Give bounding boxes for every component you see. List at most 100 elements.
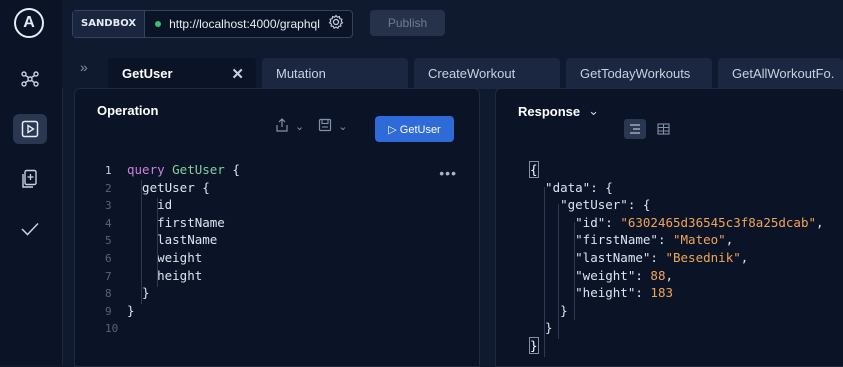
indent-guide [141,180,142,304]
line-number: 6 [105,251,112,265]
tab-label: Mutation [276,66,326,81]
keyword-token: query [127,162,173,177]
brace-token: { [224,162,240,177]
operation-panel: Operation ⌄ ⌄ ▷ GetUser ••• 1 query GetUs… [74,88,480,367]
tab-createworkout[interactable]: CreateWorkout [414,58,560,89]
close-tab-icon[interactable]: ✕ [231,65,244,83]
operation-toolbar: ⌄ ⌄ [275,117,347,136]
connection-status-dot [155,21,162,27]
line-number: 3 [105,199,112,213]
json-punctuation: , [725,232,734,248]
json-key: "data" [530,179,591,195]
json-string-value: "6302465d36545c3f8a25dcab" [620,214,816,230]
line-number: 7 [105,269,112,283]
tab-label: GetAllWorkoutFo. [732,66,835,81]
run-getuser-button[interactable]: ▷ GetUser [375,116,454,142]
json-key: "firstName" [530,232,658,248]
save-icon[interactable] [318,118,332,135]
chevron-down-icon[interactable]: ⌄ [295,120,304,133]
apollo-logo[interactable]: A [14,8,44,38]
code-line: 3 id [105,196,240,214]
json-string-value: "Mateo" [673,232,726,248]
line-number: 4 [105,216,112,230]
tab-mutation[interactable]: Mutation [262,58,408,89]
json-punctuation: : [635,267,651,283]
tab-getuser[interactable]: GetUser ✕ [108,58,256,89]
json-line: "data": { [530,179,824,197]
code-line: 8 } [105,284,240,302]
code-line: 4 firstName [105,214,240,232]
publish-button[interactable]: Publish [370,10,445,36]
expand-sidebar-chevron-icon[interactable]: » [80,59,88,75]
json-line: } [530,319,824,337]
operation-editor[interactable]: 1 query GetUser {2 getUser {3 id 4 firstNa… [105,161,240,337]
table-view-icon[interactable] [652,119,674,139]
settings-gear-icon[interactable] [328,14,344,35]
field-token: getUser [127,179,195,195]
tab-gettodayworkouts[interactable]: GetTodayWorkouts [566,58,712,89]
json-punctuation: : [650,249,666,265]
tab-label: GetTodayWorkouts [580,66,691,81]
json-number-value: 183 [650,285,673,301]
json-punctuation: , [816,214,824,230]
code-line: 6 weight [105,249,240,267]
operation-title: Operation [97,103,159,118]
indent-guide [574,222,575,320]
response-title: Response [518,103,581,119]
json-line: "getUser": { [530,196,824,214]
json-key: "weight" [530,267,636,283]
more-options-icon[interactable]: ••• [439,165,457,181]
json-key: "lastName" [530,249,651,265]
endpoint-url[interactable]: http://localhost:4000/graphql [169,17,320,31]
field-token: weight [127,249,203,265]
explorer-play-icon[interactable] [13,114,47,144]
json-punctuation: : [635,285,651,301]
schema-graph-icon[interactable] [13,64,47,94]
line-number: 8 [105,287,112,301]
top-bar: SANDBOX http://localhost:4000/graphql Pu… [62,0,843,47]
json-key: "height" [530,285,636,301]
json-punctuation: : [657,232,673,248]
field-token: } [127,285,150,301]
chevron-down-icon[interactable]: ⌄ [338,120,347,133]
json-view-icon[interactable] [624,119,646,139]
sandbox-badge: SANDBOX [73,11,146,37]
json-punctuation: : { [590,179,613,195]
indent-guide [157,198,158,287]
operation-tabs: » GetUser ✕ Mutation CreateWorkout GetTo… [62,46,843,89]
json-punctuation: } [530,320,553,336]
code-line: 10 [105,319,240,337]
endpoint-bar[interactable]: SANDBOX http://localhost:4000/graphql [72,10,353,38]
json-punctuation: : [605,214,621,230]
json-punctuation: : { [627,197,651,213]
code-line: 9} [105,302,240,320]
checkmark-icon[interactable] [13,214,47,244]
json-punctuation: } [530,302,568,318]
share-icon[interactable] [275,117,289,136]
tab-label: GetUser [122,66,173,81]
docs-icon[interactable] [13,164,47,194]
json-key: "id" [530,214,606,230]
json-punctuation: } [529,336,539,354]
code-line: 2 getUser { [105,179,240,197]
json-string-value: "Besednik" [665,249,741,265]
tab-getallworkoutfo[interactable]: GetAllWorkoutFo. [718,58,843,89]
left-rail: A [0,0,63,365]
operation-name-token: GetUser [172,162,225,177]
indent-guide [558,204,559,339]
brace-token: { [194,179,210,195]
json-line: { [529,161,824,179]
json-punctuation: , [740,249,749,265]
field-token: } [127,302,135,318]
field-token: id [127,197,173,213]
field-token: height [127,267,203,283]
json-number-value: 88 [650,267,666,283]
json-punctuation: { [529,161,539,178]
code-line: 7 height [105,267,240,285]
tab-label: CreateWorkout [428,66,516,81]
response-header[interactable]: Response ⌄ [518,103,599,119]
chevron-down-icon: ⌄ [588,103,600,118]
indent-guide [544,187,545,357]
line-number: 1 [105,164,112,177]
code-line: 1 query GetUser { [105,161,240,179]
